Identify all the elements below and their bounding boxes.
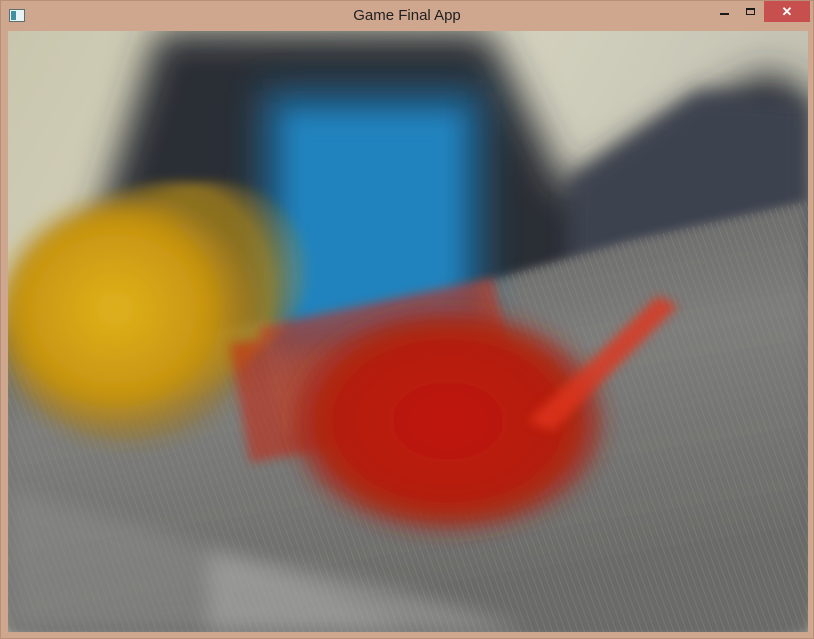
motion-blurred-scene <box>8 31 808 632</box>
close-icon: ✕ <box>781 4 793 19</box>
minimize-button[interactable] <box>711 1 737 22</box>
app-window: Game Final App ✕ <box>0 0 814 639</box>
window-title: Game Final App <box>353 7 461 24</box>
title-bar[interactable]: Game Final App ✕ <box>1 1 813 31</box>
close-button[interactable]: ✕ <box>764 1 810 22</box>
game-viewport[interactable] <box>8 31 808 632</box>
maximize-button[interactable] <box>737 1 763 22</box>
maximize-icon <box>745 8 755 15</box>
minimize-icon <box>719 13 729 15</box>
